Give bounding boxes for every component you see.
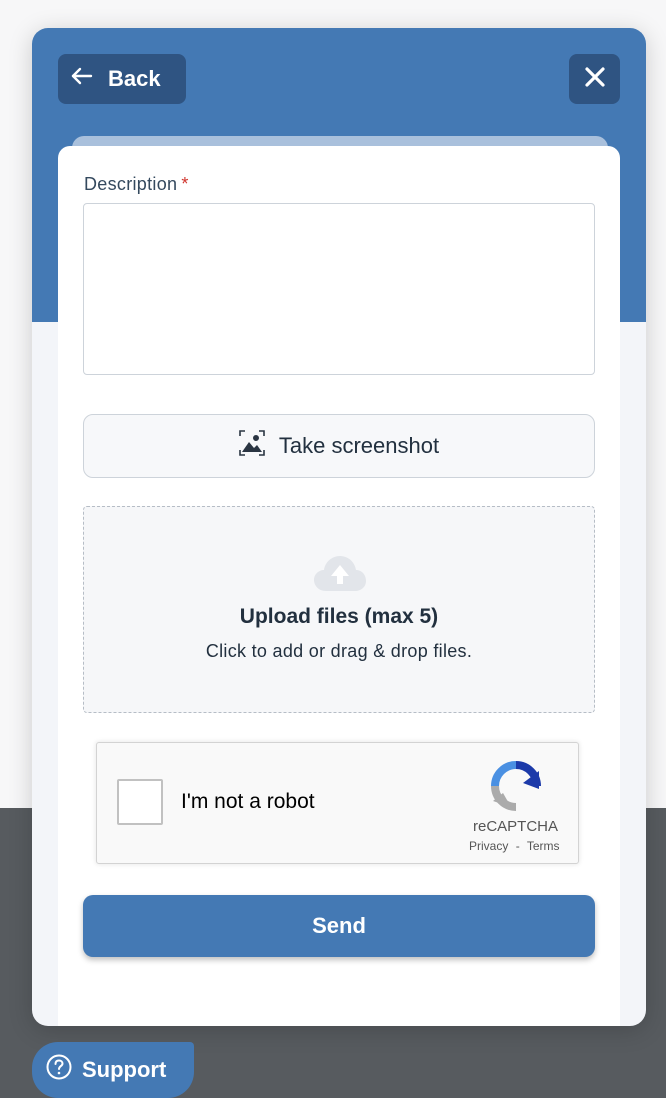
take-screenshot-label: Take screenshot [278,433,440,458]
recaptcha-privacy-link[interactable]: Privacy [469,839,508,853]
recaptcha-label: I'm not a robot [181,790,315,813]
recaptcha-brand: reCAPTCHA [473,818,559,835]
screenshot-icon [239,430,265,462]
arrow-left-icon [70,64,94,94]
back-button-label: Back [108,66,161,91]
upload-subtitle: Click to add or drag & drop files. [205,641,473,661]
recaptcha-widget: I'm not a robot reCAPTCHA Privacy - Term… [96,742,579,864]
back-button[interactable]: Back [58,54,186,104]
feedback-widget: Back Description * Take screenshot Uploa… [32,28,646,1026]
recaptcha-logo-icon [491,761,541,811]
send-button[interactable]: Send [83,895,595,957]
close-button[interactable] [569,54,620,104]
recaptcha-checkbox[interactable] [117,779,163,825]
feedback-form: Description * Take screenshot Upload fil… [58,146,620,1026]
support-label: Support [82,1057,167,1082]
file-upload-dropzone[interactable]: Upload files (max 5) Click to add or dra… [83,506,595,713]
upload-title: Upload files (max 5) [239,605,439,628]
description-input[interactable] [83,203,595,375]
support-button[interactable]: Support [32,1042,194,1098]
description-label-text: Description [84,174,178,194]
question-circle-icon [46,1054,72,1086]
take-screenshot-button[interactable]: Take screenshot [83,414,595,478]
recaptcha-links: Privacy - Terms [469,839,559,853]
cloud-upload-icon [314,556,366,591]
recaptcha-terms-link[interactable]: Terms [527,839,560,853]
recaptcha-link-separator: - [515,839,520,853]
description-label: Description * [84,174,189,195]
required-marker: * [181,174,189,194]
close-icon [584,66,606,93]
